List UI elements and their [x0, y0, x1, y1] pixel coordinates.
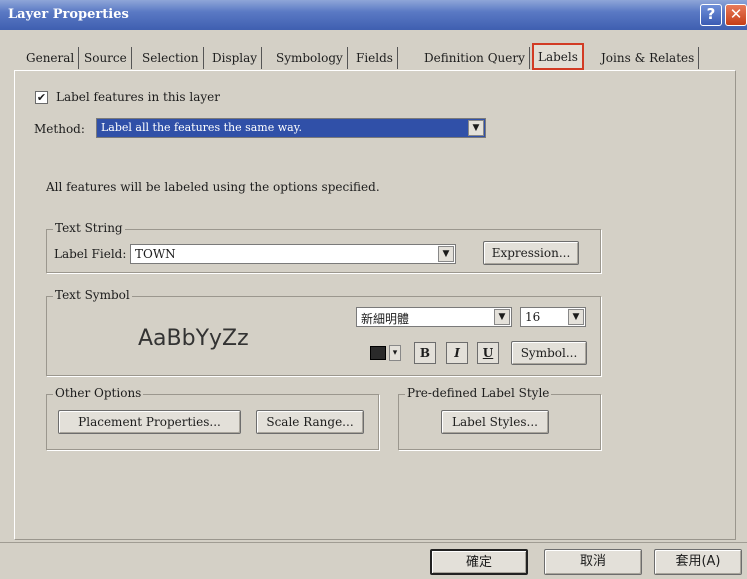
font-size-value: 16 [525, 310, 541, 324]
layer-properties-dialog: Layer Properties ? ✕ General Source Sele… [0, 0, 747, 579]
tab-joins-relates[interactable]: Joins & Relates [597, 47, 700, 69]
label-features-checkbox[interactable]: ✔ [35, 91, 48, 104]
expression-button[interactable]: Expression... [483, 241, 579, 265]
scale-range-button[interactable]: Scale Range... [256, 410, 364, 434]
symbol-button[interactable]: Symbol... [511, 341, 587, 365]
chevron-down-icon[interactable]: ▼ [468, 120, 484, 136]
font-size-select[interactable]: 16 ▼ [520, 307, 586, 327]
method-select-value: Label all the features the same way. [101, 121, 302, 134]
method-label: Method: [34, 122, 85, 136]
label-field-select[interactable]: TOWN ▼ [130, 244, 456, 264]
label-field-value: TOWN [135, 247, 176, 261]
chevron-down-icon[interactable]: ▼ [494, 309, 510, 325]
text-symbol-legend: Text Symbol [53, 288, 132, 302]
tab-labels[interactable]: Labels [532, 43, 584, 70]
cancel-button[interactable]: 取消 [544, 549, 642, 575]
chevron-down-icon[interactable]: ▼ [438, 246, 454, 262]
title-bar[interactable]: Layer Properties ? ✕ [0, 0, 747, 30]
window-title: Layer Properties [8, 7, 129, 22]
ok-button[interactable]: 確定 [430, 549, 528, 575]
font-select-value: 新細明體 [361, 312, 410, 326]
italic-button[interactable]: I [446, 342, 468, 364]
chevron-down-icon[interactable]: ▼ [568, 309, 584, 325]
color-dropdown-icon[interactable]: ▾ [389, 345, 401, 361]
placement-properties-button[interactable]: Placement Properties... [58, 410, 241, 434]
footer-divider [0, 542, 747, 543]
label-styles-button[interactable]: Label Styles... [441, 410, 549, 434]
apply-button[interactable]: 套用(A) [654, 549, 742, 575]
font-preview: AaBbYyZz [138, 326, 249, 351]
info-text: All features will be labeled using the o… [46, 180, 380, 194]
bold-button[interactable]: B [414, 342, 436, 364]
text-string-legend: Text String [53, 221, 125, 235]
text-color-swatch[interactable] [370, 346, 386, 360]
tab-symbology[interactable]: Symbology [272, 47, 348, 69]
label-features-label: Label features in this layer [56, 90, 220, 104]
tab-source[interactable]: Source [80, 47, 132, 69]
font-select[interactable]: 新細明體 ▼ [356, 307, 512, 327]
method-select[interactable]: Label all the features the same way. ▼ [96, 118, 486, 138]
underline-button[interactable]: U [477, 342, 499, 364]
tab-display[interactable]: Display [208, 47, 263, 69]
close-button[interactable]: ✕ [725, 4, 747, 26]
tab-definition-query[interactable]: Definition Query [420, 47, 530, 69]
tab-general[interactable]: General [22, 47, 80, 69]
other-options-legend: Other Options [53, 386, 144, 400]
tab-fields[interactable]: Fields [352, 47, 398, 69]
label-field-label: Label Field: [54, 247, 127, 261]
help-button[interactable]: ? [700, 4, 722, 26]
tab-selection[interactable]: Selection [138, 47, 204, 69]
predefined-label-style-legend: Pre-defined Label Style [405, 386, 552, 400]
